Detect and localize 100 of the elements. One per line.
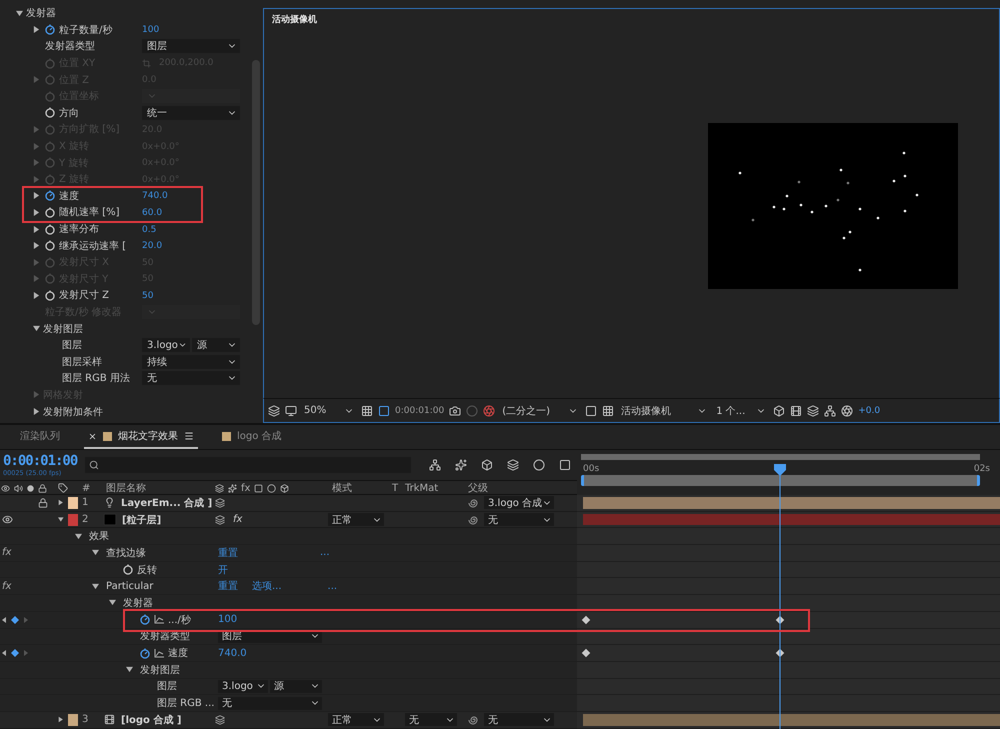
dropdown[interactable]: 无 bbox=[218, 696, 322, 710]
more-link[interactable]: ... bbox=[320, 547, 330, 558]
effect-action-link[interactable]: 重置 bbox=[218, 579, 238, 594]
layer-name[interactable]: LayerEm... 合成 ] bbox=[121, 496, 212, 510]
exposure-icon[interactable] bbox=[841, 404, 854, 416]
shy-switch-icon[interactable] bbox=[215, 514, 225, 525]
effect-action-link[interactable]: 选项... bbox=[252, 579, 282, 594]
draft-3d-icon[interactable] bbox=[455, 459, 467, 471]
shy-switch-icon[interactable] bbox=[215, 714, 225, 725]
dropdown[interactable]: 图层 bbox=[142, 39, 240, 54]
dropdown[interactable]: 无 bbox=[142, 371, 240, 386]
dropdown[interactable]: 3.logo bbox=[142, 338, 190, 352]
search-field[interactable] bbox=[85, 457, 411, 473]
expand-triangle-icon[interactable] bbox=[33, 192, 40, 200]
keyframe[interactable] bbox=[582, 616, 590, 624]
parent-dropdown[interactable]: 无 bbox=[484, 713, 554, 726]
mode-dropdown[interactable]: 正常 bbox=[328, 713, 384, 726]
shy-switch-icon[interactable] bbox=[215, 484, 224, 492]
graph-icon[interactable] bbox=[154, 615, 164, 624]
exposure-value[interactable]: +0.0 bbox=[858, 406, 880, 416]
color-channel-icon[interactable] bbox=[483, 404, 496, 416]
expand-triangle-icon[interactable] bbox=[92, 549, 99, 556]
stopwatch-icon[interactable] bbox=[45, 24, 55, 36]
expand-triangle-icon[interactable] bbox=[33, 408, 40, 416]
expand-triangle-icon[interactable] bbox=[33, 226, 40, 233]
expand-triangle-icon[interactable] bbox=[126, 666, 133, 674]
column-header[interactable]: # bbox=[82, 482, 90, 494]
value-text[interactable]: 100 bbox=[218, 614, 238, 626]
current-time[interactable]: 0:00:01:00 bbox=[3, 453, 79, 469]
box-icon[interactable] bbox=[773, 404, 786, 416]
trkmat-dropdown[interactable]: 无 bbox=[405, 713, 457, 726]
column-header[interactable]: TrkMat bbox=[405, 482, 438, 494]
monitor-icon[interactable] bbox=[285, 404, 297, 416]
eye-icon[interactable] bbox=[1, 484, 10, 492]
effect-marker[interactable]: fx bbox=[2, 547, 12, 558]
stopwatch-icon[interactable] bbox=[45, 190, 55, 202]
expand-triangle-icon[interactable] bbox=[33, 292, 40, 299]
value-text[interactable]: 0.5 bbox=[142, 224, 156, 235]
effect-action-link[interactable]: 重置 bbox=[218, 546, 238, 560]
expand-triangle-icon[interactable] bbox=[33, 26, 40, 34]
scrollbar-thumb[interactable] bbox=[252, 60, 260, 325]
grid-icon[interactable] bbox=[361, 404, 373, 416]
keyframe-navigator-icon[interactable] bbox=[2, 649, 28, 658]
dropdown[interactable]: 持续 bbox=[142, 354, 240, 369]
value-text[interactable]: 100 bbox=[142, 25, 160, 36]
expand-triangle-icon[interactable] bbox=[92, 582, 99, 590]
comp-flowchart-icon[interactable] bbox=[429, 459, 441, 471]
eye-icon[interactable] bbox=[2, 514, 13, 526]
shy-switch-icon[interactable] bbox=[215, 498, 225, 508]
network-icon[interactable] bbox=[824, 404, 836, 416]
expand-triangle-icon[interactable] bbox=[58, 499, 64, 506]
keyframe-navigator-icon[interactable] bbox=[2, 616, 28, 624]
panel-tab[interactable]: logo 合成 bbox=[218, 425, 286, 449]
label-color-swatch[interactable] bbox=[68, 514, 78, 526]
effects-switch[interactable]: fx bbox=[233, 514, 242, 526]
dropdown[interactable]: 统一 bbox=[142, 106, 240, 120]
value-text[interactable]: 740.0 bbox=[218, 648, 247, 659]
value-text[interactable]: 20.0 bbox=[142, 241, 162, 252]
audio-icon[interactable] bbox=[14, 484, 23, 492]
dropdown[interactable]: 源 bbox=[192, 338, 240, 352]
expand-triangle-icon[interactable] bbox=[33, 242, 40, 250]
panel-tab[interactable]: 烟花文字效果 bbox=[84, 425, 198, 449]
spiral-icon[interactable] bbox=[468, 714, 478, 725]
lock-icon[interactable] bbox=[38, 498, 48, 508]
collapse-icon[interactable] bbox=[228, 484, 237, 492]
checkerboard-icon[interactable] bbox=[602, 404, 614, 416]
dropdown[interactable]: 源 bbox=[270, 680, 322, 693]
value-text[interactable]: 740.0 bbox=[142, 191, 168, 202]
playhead[interactable] bbox=[774, 464, 786, 729]
lock-icon[interactable] bbox=[38, 484, 47, 492]
film-icon[interactable] bbox=[790, 404, 802, 416]
layer-name[interactable]: [粒子层] bbox=[122, 512, 162, 527]
cube-icon[interactable] bbox=[280, 484, 290, 492]
expand-triangle-icon[interactable] bbox=[16, 10, 23, 17]
stopwatch-icon[interactable] bbox=[140, 614, 150, 626]
graph-editor-icon[interactable] bbox=[559, 459, 571, 471]
column-header[interactable]: 模式 bbox=[332, 481, 352, 495]
stack-icon[interactable] bbox=[807, 404, 820, 416]
mode-dropdown[interactable]: 正常 bbox=[328, 513, 384, 526]
dropdown[interactable]: 3.logo bbox=[218, 680, 268, 693]
shy-icon[interactable] bbox=[481, 459, 493, 471]
motion-blur-icon[interactable] bbox=[533, 459, 545, 471]
camera-icon[interactable] bbox=[449, 404, 462, 416]
parent-dropdown[interactable]: 3.logo 合成 bbox=[484, 496, 554, 510]
graph-icon[interactable] bbox=[154, 648, 164, 658]
panel-tab[interactable]: 渲染队列 bbox=[16, 425, 64, 449]
timecode-text[interactable]: 0:00:01:00 bbox=[395, 406, 444, 416]
column-header[interactable]: 父级 bbox=[468, 481, 488, 495]
more-link[interactable]: ... bbox=[328, 580, 338, 592]
label-color-swatch[interactable] bbox=[68, 714, 78, 726]
solo-icon[interactable] bbox=[27, 484, 34, 492]
square-icon[interactable] bbox=[585, 404, 598, 416]
layers-icon[interactable] bbox=[268, 404, 280, 416]
frame-blend-icon[interactable] bbox=[507, 459, 519, 471]
value-text[interactable]: 开 bbox=[218, 562, 228, 577]
keyframe[interactable] bbox=[582, 648, 590, 658]
tag-icon[interactable] bbox=[58, 483, 68, 493]
value-text[interactable]: 60.0 bbox=[142, 208, 162, 218]
motion-blur-icon[interactable] bbox=[267, 484, 276, 492]
expand-triangle-icon[interactable] bbox=[75, 532, 82, 540]
